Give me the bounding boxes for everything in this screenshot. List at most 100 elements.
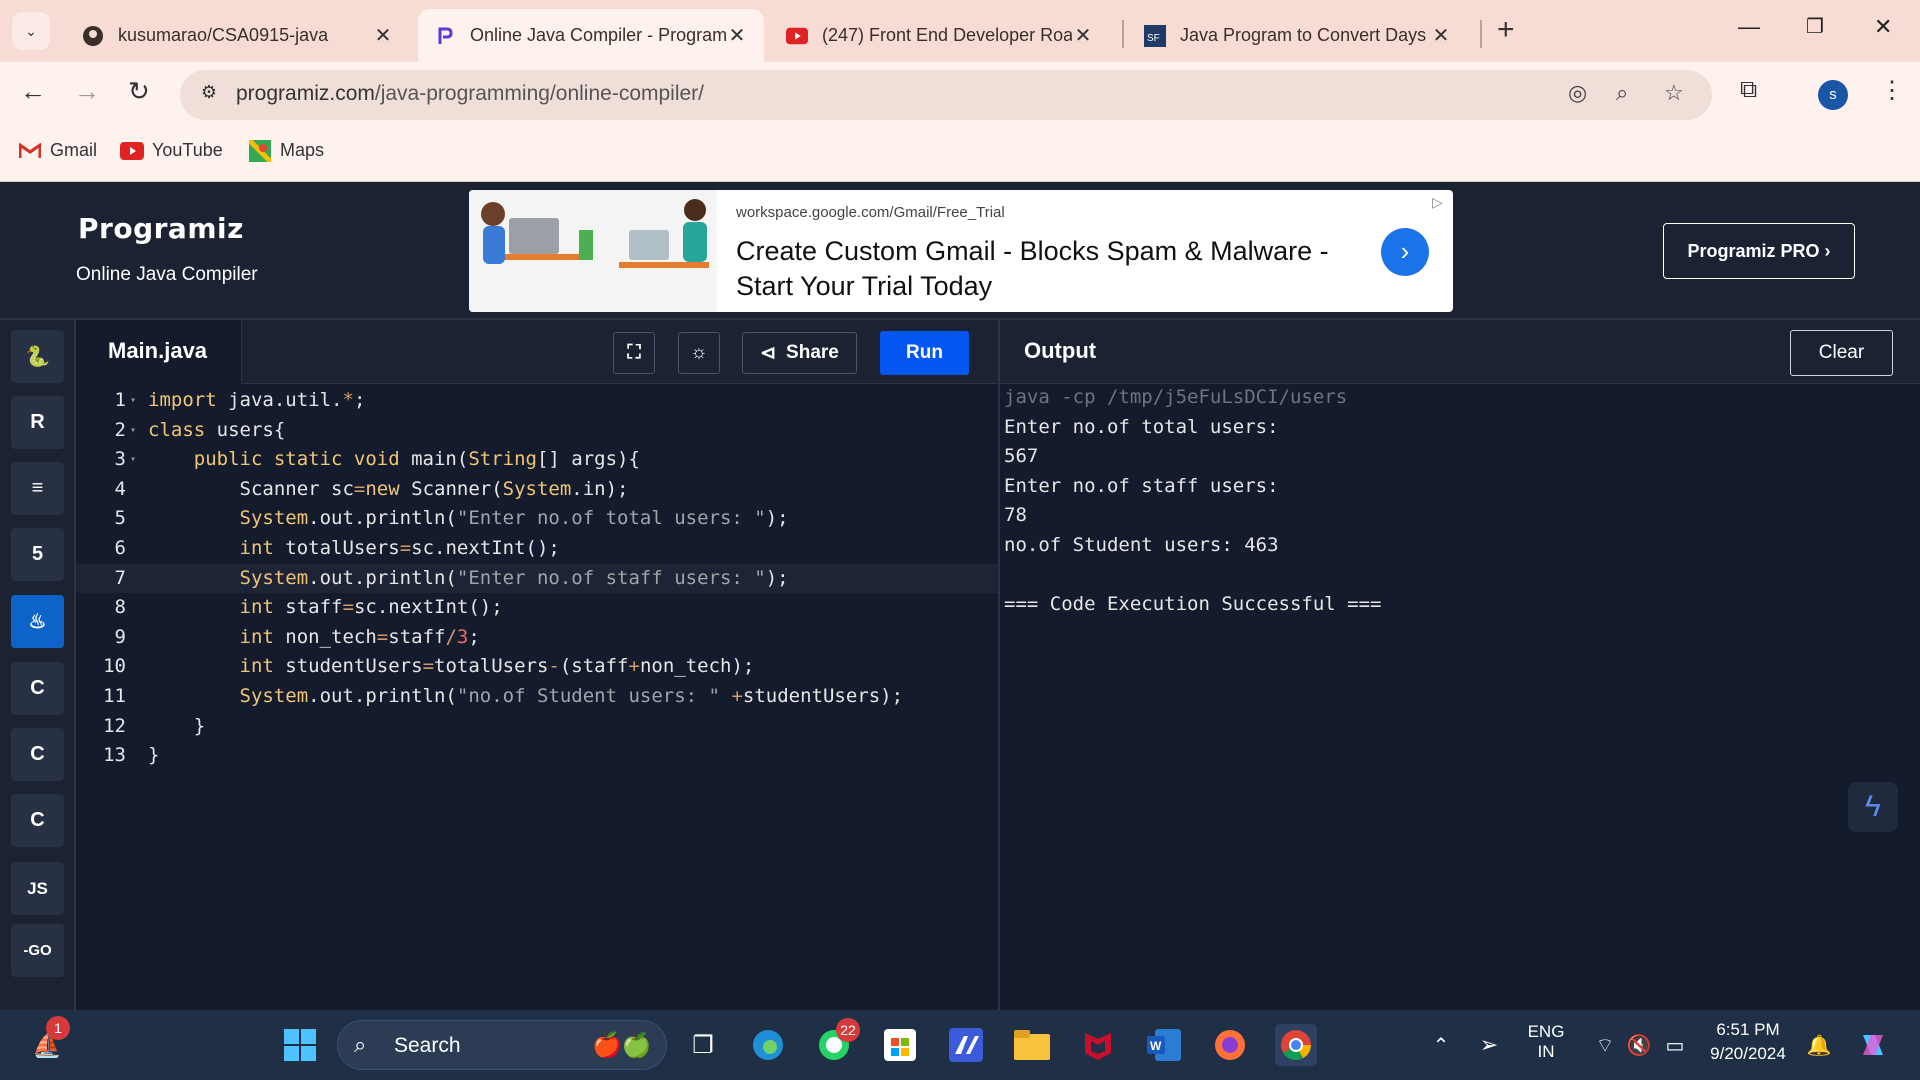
close-icon[interactable]: ✕ (372, 23, 394, 48)
new-tab-plus-icon[interactable]: + (1497, 13, 1515, 47)
bookmarks-bar: Gmail YouTube Maps (0, 126, 1920, 182)
word-icon[interactable]: W (1143, 1024, 1185, 1066)
code-editor[interactable]: 1 ▾ import java.util.*; 2 ▾ class users{ 3 ▾ … (76, 384, 998, 1010)
tab-search-button[interactable]: ⌄ (12, 12, 50, 50)
output-success-line: === Code Execution Successful === (1004, 593, 1382, 616)
ad-illustration (469, 190, 717, 312)
edge-icon[interactable] (747, 1024, 789, 1066)
tab-youtube[interactable]: (247) Front End Developer Roac ✕ (770, 9, 1110, 62)
windows-start-icon[interactable] (279, 1024, 321, 1066)
search-label: Search (394, 1034, 461, 1057)
output-console[interactable]: java -cp /tmp/j5eFuLsDCI/users Enter no.… (998, 384, 1920, 1010)
taskbar-search[interactable]: ⌕ Search 🍎🍏 (337, 1020, 667, 1070)
tab-java-days[interactable]: SF Java Program to Convert Days i ✕ (1128, 9, 1468, 62)
csharp-icon[interactable]: C (11, 794, 64, 847)
theme-sun-icon[interactable]: ☼ (678, 332, 720, 374)
sql-icon[interactable]: ≡ (11, 462, 64, 515)
share-button[interactable]: ⊲ Share (742, 332, 857, 374)
send-arrow-icon[interactable]: ➢ (1468, 1024, 1510, 1066)
adchoices-icon[interactable]: ▷ (1432, 194, 1443, 211)
lightning-icon[interactable]: ϟ (1848, 782, 1898, 832)
code-line: 10 int studentUsers=totalUsers-(staff+no… (103, 655, 755, 678)
url-text: programiz.com/java-programming/online-co… (236, 82, 705, 105)
c-icon[interactable]: C (11, 662, 64, 715)
window-close-icon[interactable]: ✕ (1874, 14, 1892, 40)
tab-title: kusumarao/CSA0915-java (118, 25, 329, 45)
cpp-icon[interactable]: C (11, 728, 64, 781)
html-icon[interactable]: 5 (11, 528, 64, 581)
code-line: 11 System.out.println("no.of Student use… (103, 685, 904, 707)
bookmark-maps[interactable]: Maps (248, 139, 325, 162)
menu-kebab-icon[interactable]: ⋮ (1880, 76, 1904, 105)
chrome-icon[interactable] (1275, 1024, 1317, 1066)
tab-github[interactable]: kusumarao/CSA0915-java ✕ (66, 9, 410, 62)
output-line: no.of Student users: 463 (1004, 534, 1279, 556)
bookmark-gmail[interactable]: Gmail (18, 140, 97, 161)
notification-bell-icon[interactable]: 🔔 (1798, 1024, 1840, 1066)
ad-banner[interactable]: workspace.google.com/Gmail/Free_Trial Cr… (469, 190, 1453, 312)
language-code: ENG (1527, 1022, 1565, 1041)
code-line: 6 int totalUsers=sc.nextInt(); (114, 537, 560, 559)
close-icon[interactable]: ✕ (726, 23, 748, 48)
tab-programiz[interactable]: Online Java Compiler - Program ✕ (418, 9, 764, 62)
eye-off-icon[interactable]: ◎ (1568, 80, 1587, 106)
programiz-favicon-icon (434, 25, 456, 47)
programiz-pro-button[interactable]: Programiz PRO › (1663, 223, 1855, 279)
extensions-puzzle-icon[interactable]: ⧉ (1740, 76, 1757, 104)
mcafee-icon[interactable] (1077, 1024, 1119, 1066)
microsoft-store-icon[interactable] (879, 1024, 921, 1066)
site-header: Programiz Online Java Compiler workspace… (0, 182, 1920, 320)
editor-toolbar: Main.java ⛶ ☼ ⊲ Share Run (76, 320, 998, 384)
minimize-icon[interactable]: — (1738, 14, 1760, 40)
ai-app-icon[interactable] (945, 1024, 987, 1066)
go-icon[interactable]: -GO (11, 924, 64, 977)
chevron-right-icon[interactable]: › (1381, 228, 1429, 276)
file-explorer-icon[interactable] (1011, 1024, 1053, 1066)
r-icon[interactable]: R (11, 396, 64, 449)
language-sidebar: 🐍 R ≡ 5 ♨ C C C JS -GO (0, 320, 76, 1010)
bookmark-star-icon[interactable]: ☆ (1664, 80, 1684, 106)
output-command: java -cp /tmp/j5eFuLsDCI/users (1004, 386, 1348, 408)
code-line: 9 int non_tech=staff/3; (114, 625, 480, 648)
fullscreen-icon[interactable]: ⛶ (613, 332, 655, 374)
ad-url: workspace.google.com/Gmail/Free_Trial (736, 204, 1005, 221)
bookmark-label: Gmail (50, 140, 98, 160)
search-icon: ⌕ (354, 1032, 367, 1057)
close-icon[interactable]: ✕ (1072, 23, 1094, 48)
battery-icon[interactable]: ▭ (1654, 1024, 1696, 1066)
notification-badge: 1 (46, 1016, 70, 1040)
code-line: 2 ▾ class users{ (114, 418, 286, 441)
clear-button[interactable]: Clear (1790, 330, 1893, 376)
language-indicator[interactable]: ENG IN (1524, 1022, 1568, 1062)
chevron-up-icon[interactable]: ⌃ (1420, 1024, 1462, 1066)
clock[interactable]: 6:51 PM 9/20/2024 (1700, 1020, 1796, 1064)
profile-avatar[interactable]: s (1818, 80, 1848, 110)
firefox-icon[interactable] (1209, 1024, 1251, 1066)
python-icon[interactable]: 🐍 (11, 330, 64, 383)
java-icon[interactable]: ♨ (11, 595, 64, 648)
copilot-icon[interactable] (1852, 1024, 1894, 1066)
restore-icon[interactable]: ❐ (1806, 14, 1824, 39)
back-arrow-icon[interactable]: ← (20, 76, 46, 107)
task-view-icon[interactable]: ❐ (682, 1024, 724, 1066)
code-line: 1 ▾ import java.util.*; (114, 389, 366, 411)
zoom-icon[interactable]: ⌕ (1616, 80, 1628, 106)
address-bar[interactable]: ⚙ programiz.com/java-programming/online-… (180, 70, 1712, 120)
programiz-logo[interactable]: Programiz (78, 212, 244, 245)
code-line-current: 7 System.out.println("Enter no.of staff … (76, 563, 998, 594)
code-line: 8 int staff=sc.nextInt(); (114, 596, 503, 619)
reload-icon[interactable]: ↻ (128, 76, 150, 107)
close-icon[interactable]: ✕ (1430, 23, 1452, 48)
bookmark-youtube[interactable]: YouTube (120, 140, 223, 161)
youtube-icon (786, 25, 808, 47)
run-button[interactable]: Run (880, 331, 969, 375)
file-tab-main-java[interactable]: Main.java (76, 320, 242, 384)
bookmark-label: Maps (280, 140, 325, 160)
forward-arrow-icon[interactable]: → (74, 76, 100, 107)
output-line: 78 (1004, 504, 1027, 527)
region-code: IN (1537, 1042, 1555, 1061)
output-toolbar: Output Clear (998, 320, 1920, 384)
github-icon (82, 25, 104, 47)
site-info-icon[interactable]: ⚙ (196, 82, 222, 108)
javascript-icon[interactable]: JS (11, 862, 64, 915)
